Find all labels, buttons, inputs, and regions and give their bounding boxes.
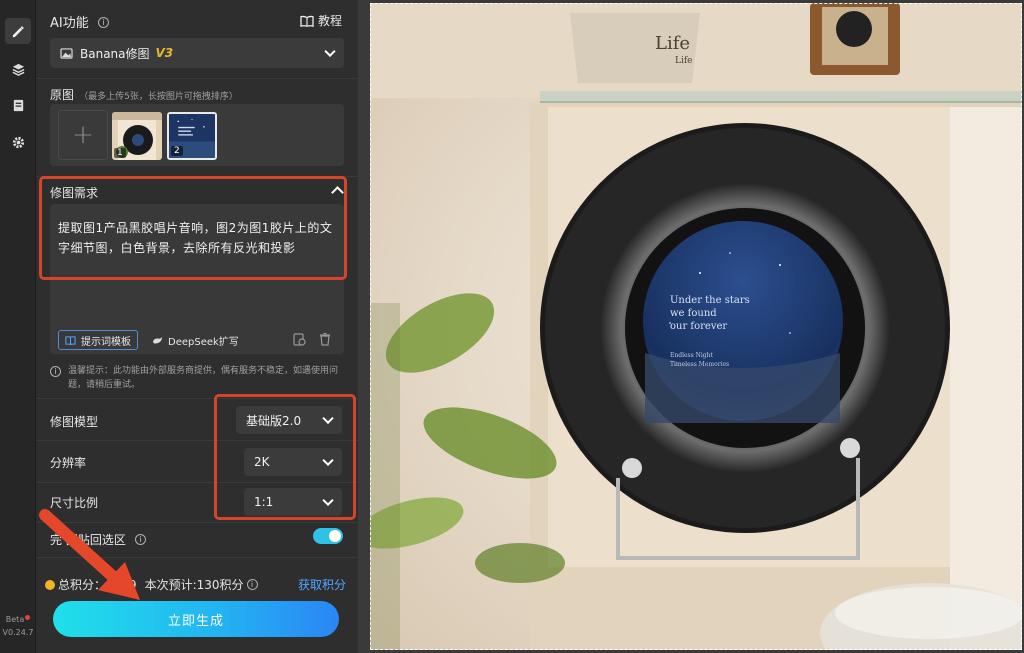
divider [36,557,358,558]
book-icon [300,15,314,27]
info-icon[interactable]: i [97,17,109,28]
pot-text: Life [655,33,690,54]
disc-text-line-2: we found [670,308,717,319]
book-icon [65,335,76,345]
whale-icon [152,336,163,344]
paste-back-label: 完 图贴回选区 [50,533,126,547]
panel-title: AI功能 [50,16,89,31]
tool-rail: Beta V0.24.7 [0,0,36,653]
model-label: 修图模型 [50,415,99,429]
panel-header: AI功能 i [50,12,109,31]
info-icon: i [50,366,61,377]
product-photo: Life Life Under the stars we found our f… [370,3,1022,650]
trash-icon[interactable] [318,332,332,346]
function-name: Banana修图 [80,46,150,61]
version-badge: V3 [155,46,174,60]
get-points-link[interactable]: 获取积分 [298,576,346,593]
info-icon: i [246,579,258,590]
edit-tool-button[interactable] [5,18,31,44]
chevron-down-icon [324,45,336,58]
thumbnail-2[interactable]: 2 [167,112,217,160]
canvas-area: Life Life Under the stars we found our f… [358,0,1024,653]
pot-text-small: Life [675,56,693,66]
tutorial-link[interactable]: 教程 [300,12,342,29]
prompt-template-button[interactable]: 提示词模板 [58,330,138,350]
beta-badge: Beta [0,615,36,624]
photo-selection[interactable]: Life Life Under the stars we found our f… [370,3,1022,650]
ai-panel: AI功能 i 教程 Banana修图 V3 原图 （最多上传5张，长按图片可拖拽… [36,0,358,653]
gear-icon [12,136,24,148]
points-row: 总积分： 1 79 本次预计:130积分 i [45,576,258,593]
layers-tool-button[interactable] [5,56,31,82]
paste-back-toggle[interactable] [313,528,343,544]
app-window: Beta V0.24.7 AI功能 i 教程 Banana修图 V3 原图 （最… [0,0,1024,653]
history-icon[interactable] [292,332,306,346]
info-icon: i [134,534,146,545]
coin-icon [45,579,55,590]
deepseek-expand-button[interactable]: DeepSeek扩写 [146,330,245,350]
version-label: V0.24.7 [2,628,34,637]
layers-icon [12,63,24,76]
resolution-label: 分辨率 [50,456,87,470]
disc-small-line-1: Endless Night [670,352,713,359]
generate-button[interactable]: 立即生成 [53,601,339,637]
function-select[interactable]: Banana修图 V3 [50,38,344,68]
paste-back-row: 完 图贴回选区 i [50,529,146,548]
image-icon [60,47,73,59]
original-section-title: 原图 （最多上传5张，长按图片可拖拽排序） [50,88,238,102]
annotation-box-settings [214,394,356,520]
settings-tool-button[interactable] [5,129,31,155]
disc-text-line-3: our forever [670,321,727,332]
image-upload-area: + 1 2 [50,104,344,166]
add-image-button[interactable]: + [58,110,108,160]
thumbnail-1[interactable]: 1 [112,112,162,160]
notice: i 温馨提示：此功能由外部服务商提供，偶有服务不稳定，如遇使用问题，请稍后重试。 [50,364,344,392]
ratio-label: 尺寸比例 [50,496,99,510]
pencil-icon [12,25,24,37]
divider [36,78,358,79]
disc-text-line-1: Under the stars [670,295,750,306]
disc-small-line-2: Timeless Memories [670,361,729,368]
document-icon [13,99,23,111]
annotation-box-prompt [39,176,347,280]
divider [36,522,358,523]
notes-tool-button[interactable] [5,92,31,118]
